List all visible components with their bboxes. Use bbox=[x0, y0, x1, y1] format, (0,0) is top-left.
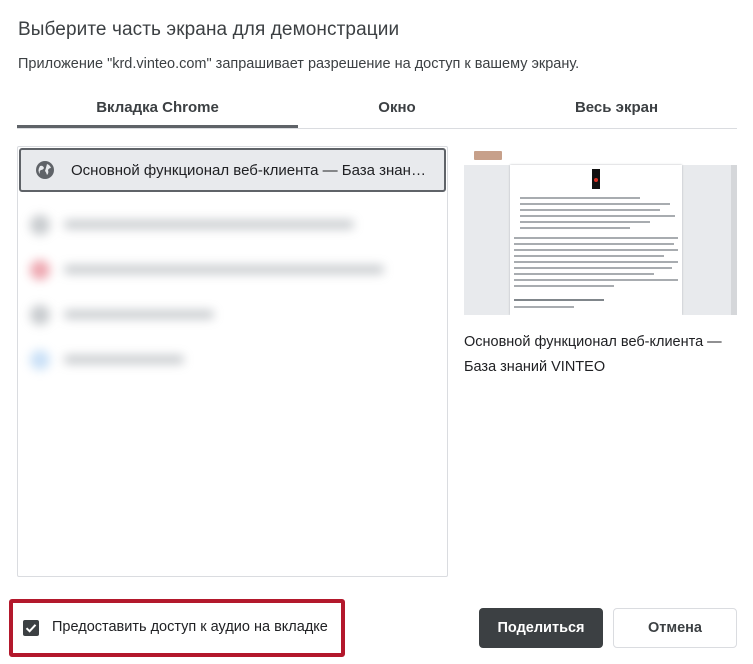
cancel-button[interactable]: Отмена bbox=[613, 608, 737, 648]
checkmark-icon bbox=[25, 624, 37, 633]
blurred-tab-items bbox=[30, 202, 400, 382]
share-button[interactable]: Поделиться bbox=[479, 608, 603, 648]
audio-share-option[interactable]: Предоставить доступ к аудио на вкладке bbox=[9, 599, 345, 657]
source-tabs: Вкладка Chrome Окно Весь экран bbox=[17, 92, 737, 129]
dialog-subtitle: Приложение "krd.vinteo.com" запрашивает … bbox=[18, 56, 580, 72]
tab-list-item-selected[interactable]: Основной функционал веб-клиента — База з… bbox=[19, 148, 446, 192]
audio-share-checkbox[interactable] bbox=[23, 620, 39, 636]
preview-title: Основной функционал веб-клиента — База з… bbox=[464, 334, 722, 375]
audio-share-label[interactable]: Предоставить доступ к аудио на вкладке bbox=[52, 619, 328, 635]
tab-chrome[interactable]: Вкладка Chrome bbox=[17, 92, 298, 128]
globe-icon bbox=[36, 161, 54, 179]
tab-window[interactable]: Окно bbox=[298, 92, 496, 128]
tab-list: Основной функционал веб-клиента — База з… bbox=[17, 146, 448, 577]
tab-entire-screen[interactable]: Весь экран bbox=[496, 92, 737, 128]
tab-preview-thumbnail bbox=[464, 147, 737, 315]
dialog-title: Выберите часть экрана для демонстрации bbox=[18, 19, 400, 40]
tab-list-item-title: Основной функционал веб-клиента — База з… bbox=[71, 161, 431, 179]
